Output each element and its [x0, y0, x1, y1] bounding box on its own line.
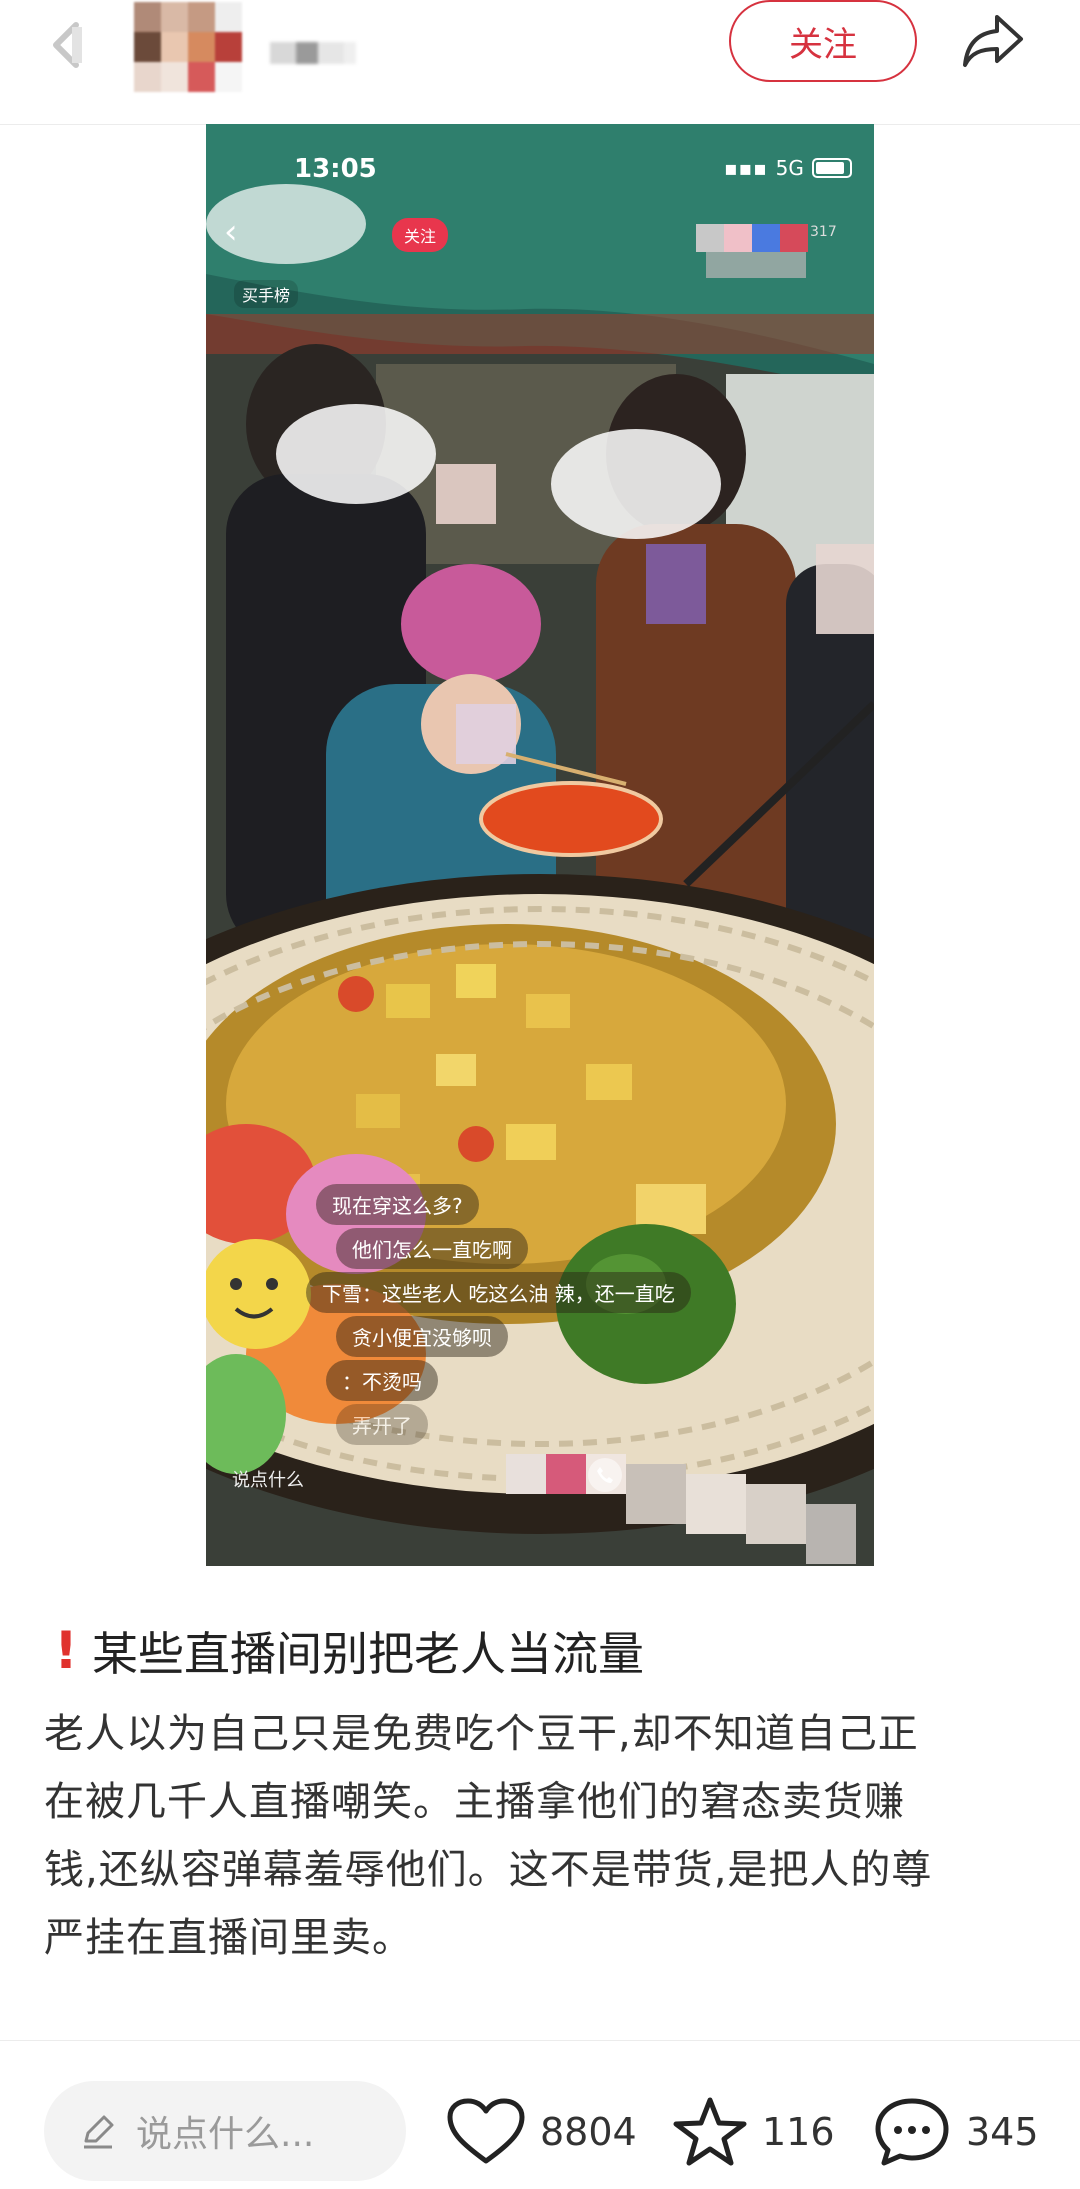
like-button[interactable]: 8804: [446, 2097, 637, 2167]
share-button[interactable]: [958, 6, 1028, 76]
heart-icon: [447, 2098, 525, 2164]
post-title: ! 某些直播间别把老人当流量: [52, 1618, 644, 1684]
danmaku-item: 弄开了: [336, 1404, 428, 1445]
inner-viewer-count: 317: [810, 224, 837, 240]
top-bar: 关注: [0, 0, 1080, 125]
inner-phone-icon: [588, 1458, 622, 1492]
share-arrow-icon: [963, 15, 1023, 67]
bottom-action-bar: 说点什么... 8804 116 345: [0, 2040, 1080, 2189]
post-body-line: 老人以为自己只是免费吃个豆干,却不知道自己正: [44, 1711, 919, 1757]
inner-status-time: 13:05: [294, 154, 377, 184]
star-icon: [673, 2097, 747, 2166]
post-body-line: 在被几千人直播嘲笑。主播拿他们的窘态卖货赚: [44, 1779, 905, 1825]
danmaku-item: ：不烫吗: [326, 1360, 438, 1401]
author-name-redacted[interactable]: [270, 38, 390, 68]
inner-follow-badge: 关注: [392, 218, 449, 252]
inner-rank-label: 买手榜: [234, 280, 299, 308]
danmaku-item: 贪小便宜没够呗: [336, 1316, 508, 1357]
pencil-icon: [84, 2115, 114, 2149]
comment-placeholder: 说点什么...: [136, 2114, 315, 2155]
danmaku-item: 下雪：这些老人 吃这么油 辣，还一直吃: [306, 1272, 691, 1313]
danmaku-item: 现在穿这么多?: [316, 1184, 479, 1225]
battery-icon: [811, 158, 852, 178]
comment-button[interactable]: 345: [872, 2097, 1039, 2167]
inner-status-network: ▪▪▪ 5G: [724, 156, 852, 180]
follow-button[interactable]: 关注: [729, 0, 917, 82]
livestream-scene: [206, 124, 874, 1566]
back-button[interactable]: [36, 10, 96, 80]
post-body: 老人以为自己只是免费吃个豆干,却不知道自己正 在被几千人直播嘲笑。主播拿他们的窘…: [44, 1700, 1044, 1972]
author-avatar[interactable]: [134, 2, 242, 92]
favorite-count: 116: [762, 2110, 835, 2154]
inner-chat-input: 说点什么: [232, 1470, 304, 1491]
chevron-left-icon: [53, 22, 82, 68]
post-body-line: 严挂在直播间里卖。: [44, 1915, 413, 1961]
like-count: 8804: [540, 2110, 637, 2154]
post-image[interactable]: 13:05 ▪▪▪ 5G ‹ 关注 买手榜 317 现在穿这么多? 他们怎么一直…: [206, 124, 874, 1566]
comment-count: 345: [966, 2110, 1039, 2154]
inner-back-icon: ‹: [224, 212, 238, 252]
comment-input[interactable]: 说点什么...: [44, 2081, 406, 2181]
favorite-button[interactable]: 116: [672, 2097, 835, 2167]
post-body-line: 钱,还纵容弹幕羞辱他们。这不是带货,是把人的尊: [44, 1847, 933, 1893]
danmaku-item: 他们怎么一直吃啊: [336, 1228, 528, 1269]
post-title-text: 某些直播间别把老人当流量: [92, 1627, 644, 1681]
network-label: 5G: [775, 156, 804, 180]
exclamation-icon: !: [54, 1621, 78, 1681]
comment-bubble-icon: [875, 2098, 949, 2166]
signal-icon: ▪▪▪: [724, 156, 768, 180]
